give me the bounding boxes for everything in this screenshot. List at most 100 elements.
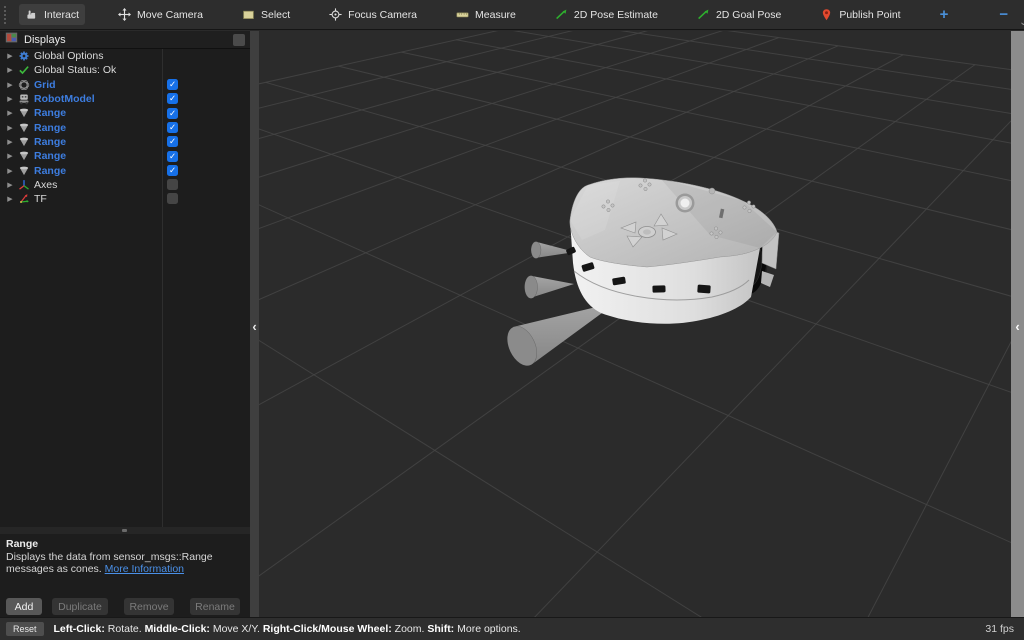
display-name-label: TF bbox=[34, 193, 47, 206]
cone-icon bbox=[16, 107, 31, 119]
cone-icon bbox=[16, 136, 31, 148]
expand-arrow-icon[interactable]: ▶ bbox=[4, 138, 16, 146]
visibility-checkbox[interactable]: ✓ bbox=[167, 79, 178, 91]
tool-label: Measure bbox=[475, 8, 516, 21]
reset-button[interactable]: Reset bbox=[6, 622, 44, 636]
tf-icon bbox=[16, 193, 31, 205]
remove-tool-button[interactable]: − bbox=[995, 6, 1012, 23]
tree-row-tf[interactable]: ▶ TF bbox=[0, 192, 250, 206]
displays-panel-icon bbox=[5, 31, 18, 49]
grid-line bbox=[259, 54, 904, 406]
3d-scene bbox=[259, 31, 1011, 617]
range-cone bbox=[524, 275, 574, 299]
tool-publish-point[interactable]: Publish Point bbox=[814, 4, 906, 25]
tree-row-range[interactable]: ▶ Range ✓ bbox=[0, 106, 250, 120]
move-camera-icon bbox=[118, 8, 132, 21]
robot-icon bbox=[16, 93, 31, 105]
tool-label: 2D Pose Estimate bbox=[573, 8, 658, 21]
toolbar-drag-handle[interactable] bbox=[4, 5, 6, 24]
display-name-label: Range bbox=[34, 135, 67, 148]
tree-row-global-options[interactable]: ▶ Global Options bbox=[0, 49, 250, 63]
add-tool-button[interactable]: + bbox=[936, 6, 953, 23]
tree-row-range[interactable]: ▶ Range ✓ bbox=[0, 135, 250, 149]
tool-label: Interact bbox=[44, 8, 80, 21]
visibility-checkbox[interactable]: ✓ bbox=[167, 121, 178, 133]
tree-row-global-status-ok[interactable]: ▶ Global Status: Ok bbox=[0, 63, 250, 77]
panel-horizontal-splitter[interactable] bbox=[0, 527, 250, 534]
grid-line bbox=[259, 31, 573, 109]
tree-row-range[interactable]: ▶ Range ✓ bbox=[0, 149, 250, 163]
publish-point-icon bbox=[820, 8, 833, 21]
right-viewport-splitter[interactable]: ‹ bbox=[1011, 31, 1024, 617]
tool-label: Select bbox=[260, 8, 291, 21]
panel-float-button[interactable] bbox=[233, 33, 245, 46]
tool-measure[interactable]: Measure bbox=[450, 4, 522, 25]
tool-label: 2D Goal Pose bbox=[715, 8, 782, 21]
visibility-checkbox[interactable]: ✓ bbox=[167, 107, 178, 119]
tool-move-camera[interactable]: Move Camera bbox=[112, 4, 209, 25]
expand-arrow-icon[interactable]: ▶ bbox=[4, 152, 16, 160]
more-information-link[interactable]: More Information bbox=[105, 563, 184, 575]
displays-panel-header[interactable]: Displays bbox=[0, 31, 250, 49]
expand-arrow-icon[interactable]: ▶ bbox=[4, 52, 16, 60]
rename-button[interactable]: Rename bbox=[190, 598, 240, 615]
splitter-grip-icon bbox=[122, 529, 127, 532]
grid-display bbox=[259, 31, 1011, 617]
visibility-checkbox[interactable]: ✓ bbox=[167, 164, 178, 176]
hint-key: Right-Click/Mouse Wheel: bbox=[262, 623, 392, 635]
expand-arrow-icon[interactable]: ▶ bbox=[4, 81, 16, 89]
fps-counter: 31 fps bbox=[985, 623, 1014, 635]
expand-arrow-icon[interactable]: ▶ bbox=[4, 167, 16, 175]
3d-viewport[interactable] bbox=[259, 31, 1011, 617]
help-title: Range bbox=[6, 538, 39, 550]
grid-line bbox=[259, 64, 976, 577]
display-name-label: Global Status: Ok bbox=[34, 64, 117, 77]
status-bar: Reset Left-Click: Rotate. Middle-Click: … bbox=[0, 617, 1024, 640]
toolbar: Interact Move Camera Select Focus Camera Mea… bbox=[0, 0, 1024, 30]
remove-button[interactable]: Remove bbox=[124, 598, 174, 615]
expand-arrow-icon[interactable]: ▶ bbox=[4, 109, 16, 117]
grid-line bbox=[265, 81, 1011, 297]
collapse-right-chevron-icon[interactable]: ‹ bbox=[1011, 319, 1024, 334]
gear-icon bbox=[16, 50, 31, 62]
visibility-checkbox[interactable] bbox=[167, 193, 178, 205]
visibility-checkbox[interactable]: ✓ bbox=[167, 93, 178, 105]
focus-camera-icon bbox=[329, 8, 342, 21]
display-name-label: Range bbox=[34, 164, 67, 177]
hint-action: More options. bbox=[454, 623, 521, 635]
display-name-label: RobotModel bbox=[34, 93, 95, 106]
tool-label: Publish Point bbox=[839, 8, 901, 21]
hint-action: Rotate. bbox=[104, 623, 145, 635]
display-name-label: Range bbox=[34, 150, 67, 163]
tree-row-range[interactable]: ▶ Range ✓ bbox=[0, 163, 250, 177]
tree-row-robotmodel[interactable]: ▶ RobotModel ✓ bbox=[0, 92, 250, 106]
left-viewport-splitter[interactable]: ‹ bbox=[250, 31, 259, 617]
tree-row-range[interactable]: ▶ Range ✓ bbox=[0, 120, 250, 134]
visibility-checkbox[interactable] bbox=[167, 179, 178, 191]
expand-arrow-icon[interactable]: ▶ bbox=[4, 195, 16, 203]
tree-row-axes[interactable]: ▶ Axes bbox=[0, 178, 250, 192]
tree-row-grid[interactable]: ▶ Grid ✓ bbox=[0, 78, 250, 92]
expand-arrow-icon[interactable]: ▶ bbox=[4, 66, 16, 74]
visibility-checkbox[interactable]: ✓ bbox=[167, 150, 178, 162]
expand-arrow-icon[interactable]: ▶ bbox=[4, 181, 16, 189]
tree-column-divider[interactable] bbox=[162, 49, 163, 527]
visibility-checkbox[interactable]: ✓ bbox=[167, 136, 178, 148]
add-button[interactable]: Add bbox=[6, 598, 42, 615]
tool-select[interactable]: Select bbox=[236, 4, 296, 25]
expand-arrow-icon[interactable]: ▶ bbox=[4, 124, 16, 132]
collapse-left-chevron-icon[interactable]: ‹ bbox=[250, 319, 259, 334]
cone-icon bbox=[16, 165, 31, 177]
toolbar-overflow-chevron-icon[interactable]: ⌄ bbox=[1019, 17, 1024, 28]
tool-2d-pose-estimate[interactable]: 2D Pose Estimate bbox=[549, 4, 664, 25]
tool-interact[interactable]: Interact bbox=[19, 4, 86, 25]
duplicate-button[interactable]: Duplicate bbox=[52, 598, 108, 615]
hint-key: Middle-Click: bbox=[144, 623, 210, 635]
expand-arrow-icon[interactable]: ▶ bbox=[4, 95, 16, 103]
tool-2d-goal-pose[interactable]: 2D Goal Pose bbox=[691, 4, 787, 25]
tool-focus-camera[interactable]: Focus Camera bbox=[323, 4, 423, 25]
select-icon bbox=[242, 8, 255, 21]
axes-icon bbox=[16, 179, 31, 191]
robot-model bbox=[566, 177, 780, 324]
cone-icon bbox=[16, 150, 31, 162]
